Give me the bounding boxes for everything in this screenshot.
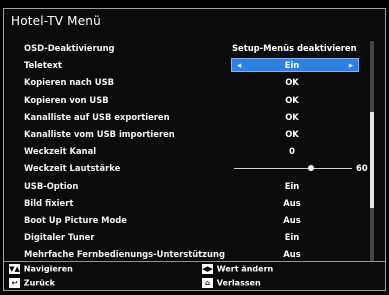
row-label: Bild fixiert [24, 197, 74, 208]
row-kopieren-von-usb[interactable]: Kopieren von USB OK [18, 92, 368, 109]
row-value: Setup-Menüs deaktivieren [232, 43, 357, 53]
row-bild-fixiert[interactable]: Bild fixiert Aus [18, 195, 368, 212]
volume-slider-knob[interactable] [307, 165, 314, 172]
navigate-icon: ▼▲ [9, 264, 20, 274]
row-value: OK [285, 128, 299, 139]
row-value: OK [285, 111, 299, 122]
row-digitaler-tuner[interactable]: Digitaler Tuner Ein [18, 229, 368, 246]
row-weckzeit-kanal[interactable]: Weckzeit Kanal 0 [18, 143, 368, 160]
row-value: Ein [284, 180, 300, 191]
row-weckzeit-lautstaerke[interactable]: Weckzeit Lautstärke 60 [18, 160, 368, 177]
row-label: Kopieren von USB [24, 94, 109, 105]
row-kanalliste-export[interactable]: Kanalliste auf USB exportieren OK [18, 109, 368, 126]
back-icon: ↩ [9, 278, 20, 288]
row-boot-up-picture-mode[interactable]: Boot Up Picture Mode Aus [18, 212, 368, 229]
row-value: Aus [283, 214, 301, 225]
row-label: Kopieren nach USB [24, 77, 115, 88]
row-value: OK [285, 94, 299, 105]
row-value: 0 [289, 146, 295, 157]
row-label: Kanalliste auf USB exportieren [24, 111, 170, 122]
home-icon: ⌂ [202, 278, 213, 288]
footer-navigate: ▼▲ Navigieren [9, 264, 73, 274]
hotel-tv-screen: Hotel-TV Menü OSD-Deaktivierung Setup-Me… [0, 0, 389, 295]
row-label: USB-Option [24, 180, 79, 191]
menu-footer: ▼▲ Navigieren ↩ Zurück ◀▶ Wert ändern ⌂ … [3, 262, 386, 291]
footer-exit: ⌂ Verlassen [202, 278, 261, 288]
row-label: Weckzeit Kanal [24, 146, 97, 157]
footer-change-value: ◀▶ Wert ändern [202, 264, 274, 274]
row-label: OSD-Deaktivierung [24, 43, 115, 53]
row-value: Aus [283, 197, 301, 208]
row-osd-deaktivierung[interactable]: OSD-Deaktivierung Setup-Menüs deaktivier… [18, 40, 368, 57]
row-kopieren-nach-usb[interactable]: Kopieren nach USB OK [18, 74, 368, 91]
row-label: Kanalliste vom USB importieren [24, 128, 175, 139]
left-right-icon: ◀▶ [202, 264, 213, 274]
row-value: Ein [284, 232, 300, 243]
row-kanalliste-import[interactable]: Kanalliste vom USB importieren OK [18, 126, 368, 143]
menu-list: OSD-Deaktivierung Setup-Menüs deaktivier… [18, 40, 368, 263]
row-value: OK [285, 77, 299, 88]
menu-scrollbar-thumb[interactable] [370, 112, 374, 208]
volume-value: 60 [356, 163, 368, 174]
row-value: Ein [284, 60, 300, 71]
menu-title: Hotel-TV Menü [11, 14, 101, 28]
row-label: Digitaler Tuner [24, 232, 95, 243]
footer-back: ↩ Zurück [9, 278, 55, 288]
row-label: Weckzeit Lautstärke [24, 163, 121, 174]
row-label: Boot Up Picture Mode [24, 214, 127, 225]
volume-slider-track[interactable] [234, 168, 352, 170]
row-usb-option[interactable]: USB-Option Ein [18, 178, 368, 195]
row-label: Teletext [24, 60, 62, 71]
row-teletext[interactable]: Teletext ◂ ▸ Ein [18, 57, 368, 74]
